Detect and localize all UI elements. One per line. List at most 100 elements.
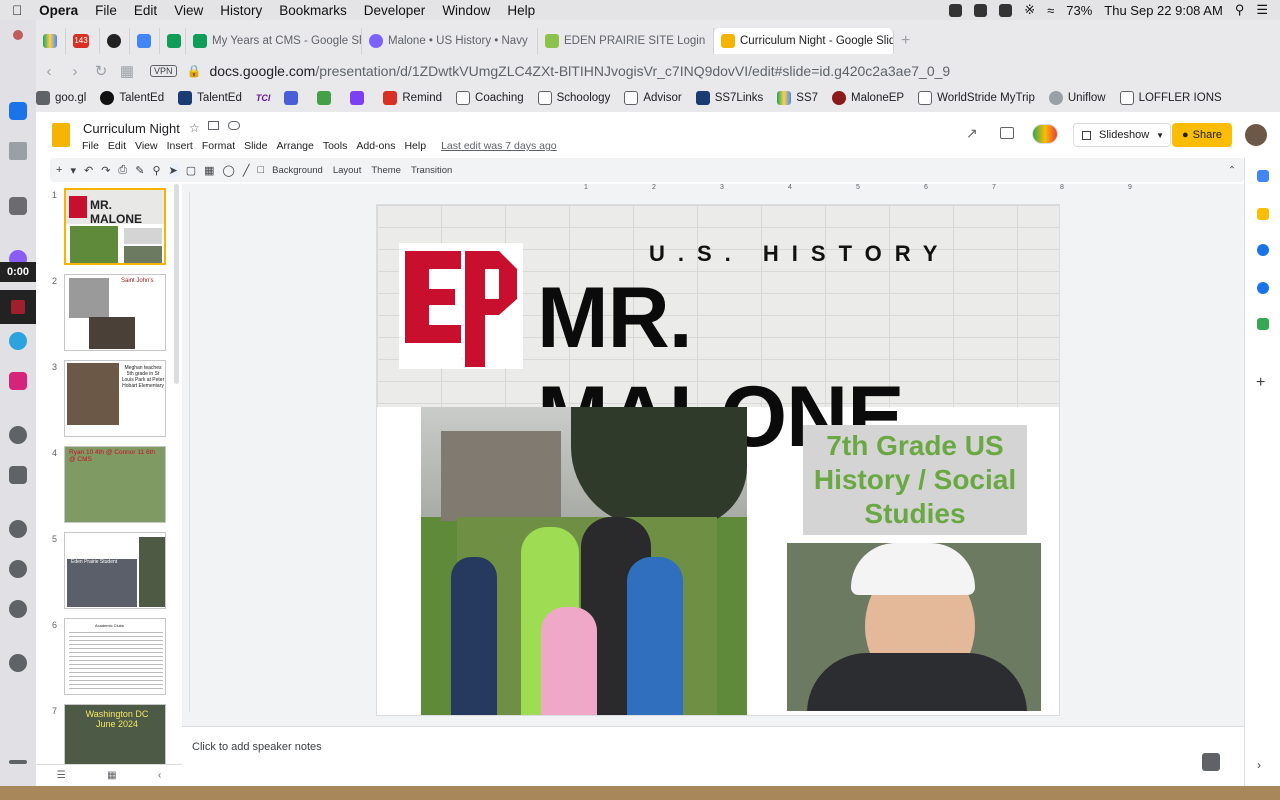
doc-menu-arrange[interactable]: Arrange xyxy=(276,140,313,152)
cloud-status-icon[interactable] xyxy=(228,121,240,130)
bookmark-talented[interactable]: TalentEd xyxy=(100,91,164,105)
maps-icon[interactable] xyxy=(1257,318,1269,330)
slideshow-button[interactable]: Slideshow ▼ xyxy=(1073,123,1171,147)
doc-menu-edit[interactable]: Edit xyxy=(108,140,126,152)
bookmark-schoology[interactable]: Schoology xyxy=(537,91,610,105)
reload-icon[interactable]: ↻ xyxy=(88,62,114,80)
meet-icon[interactable] xyxy=(1032,124,1058,144)
bookmark-c-blue[interactable] xyxy=(284,91,303,105)
last-edit-link[interactable]: Last edit was 7 days ago xyxy=(441,140,557,152)
doc-menu-insert[interactable]: Insert xyxy=(167,140,193,152)
tab-docs[interactable] xyxy=(130,28,160,54)
chevron-down-icon[interactable]: ▼ xyxy=(1156,131,1164,140)
comment-icon[interactable]: □ xyxy=(257,164,264,176)
doc-menu-view[interactable]: View xyxy=(135,140,158,152)
wifi-icon[interactable]: ≈ xyxy=(1047,3,1054,18)
bluetooth-icon[interactable]: ※ xyxy=(1024,2,1035,18)
player-icon[interactable] xyxy=(9,426,27,444)
app-menu[interactable]: Opera xyxy=(39,3,78,18)
calendar-icon[interactable] xyxy=(1257,170,1269,182)
bookmark-loffler[interactable]: LOFFLER IONS xyxy=(1119,91,1222,105)
image-icon[interactable]: ▦ xyxy=(204,164,214,177)
menu-bookmarks[interactable]: Bookmarks xyxy=(279,3,347,18)
shape-icon[interactable]: ◯ xyxy=(223,164,235,177)
paint-format-icon[interactable]: ✎ xyxy=(135,164,144,177)
slide-thumb-3[interactable]: Meghan teaches 5th grade in St Louis Par… xyxy=(64,360,166,437)
bookmark-ss7links[interactable]: SS7Links xyxy=(695,91,763,105)
history-icon[interactable] xyxy=(9,560,27,578)
avatar[interactable] xyxy=(1245,124,1267,146)
menu-edit[interactable]: Edit xyxy=(134,3,157,18)
apple-icon[interactable]:  xyxy=(12,3,22,18)
move-folder-icon[interactable] xyxy=(208,121,219,130)
star-icon[interactable]: ☆ xyxy=(189,121,200,135)
gear-icon[interactable] xyxy=(949,3,963,17)
filmstrip-scrollbar[interactable] xyxy=(174,184,179,384)
background-button[interactable]: Background xyxy=(272,165,323,176)
more-icon[interactable] xyxy=(9,760,27,764)
share-button[interactable]: ● Share xyxy=(1172,123,1232,147)
tab-badge[interactable]: 143 xyxy=(66,28,100,54)
collapse-toolbar-icon[interactable]: ⌃ xyxy=(1228,165,1236,176)
menu-history[interactable]: History xyxy=(220,3,262,18)
doc-menu-addons[interactable]: Add-ons xyxy=(356,140,395,152)
bookmark-ss7[interactable]: SS7 xyxy=(777,91,818,105)
bookmark-worldstride[interactable]: WorldStride MyTrip xyxy=(918,91,1035,105)
menu-help[interactable]: Help xyxy=(507,3,535,18)
theme-button[interactable]: Theme xyxy=(371,165,401,176)
slide-thumb-6[interactable]: Academic Clubs xyxy=(64,618,166,695)
doc-menu-format[interactable]: Format xyxy=(202,140,235,152)
settings-icon[interactable] xyxy=(9,600,27,618)
bookmark-purple[interactable] xyxy=(350,91,369,105)
collapse-side-panel-icon[interactable]: › xyxy=(1257,758,1261,772)
url-field[interactable]: docs.google.com/presentation/d/1ZDwtkVUm… xyxy=(209,63,950,79)
bookmark-tci[interactable]: TCI xyxy=(256,93,271,103)
chevron-down-icon[interactable]: ▾ xyxy=(70,164,76,177)
slide-thumb-5[interactable]: Eden Prairie Student xyxy=(64,532,166,609)
add-addon-icon[interactable]: + xyxy=(1256,374,1265,392)
current-slide[interactable]: EP U.S. HISTORY MR. MALONE 7th Grade US … xyxy=(376,204,1060,716)
bookmark-remind[interactable]: Remind xyxy=(383,91,442,105)
forward-icon[interactable]: › xyxy=(62,63,88,80)
tray-app-icon[interactable] xyxy=(974,3,988,17)
bookmark-talented-2[interactable]: TalentEd xyxy=(178,91,242,105)
heart-icon[interactable] xyxy=(9,520,27,538)
tasks-icon[interactable] xyxy=(1257,244,1269,256)
bookmark-goo-gl[interactable]: goo.gl xyxy=(36,91,86,105)
tips-icon[interactable] xyxy=(9,654,27,672)
print-icon[interactable]: ⎙ xyxy=(118,164,127,177)
doc-menu-slide[interactable]: Slide xyxy=(244,140,267,152)
control-center-icon[interactable]: ☰ xyxy=(1256,2,1268,18)
bookmark-advisor[interactable]: Advisor xyxy=(624,91,682,105)
slide-thumb-4[interactable]: Ryan 10 4th @ Connor 11 6th @ CMS xyxy=(64,446,166,523)
tab-malone-us-history[interactable]: Malone • US History • Navy xyxy=(362,28,538,54)
vpn-badge[interactable]: VPN xyxy=(150,65,177,77)
speaker-notes[interactable]: Click to add speaker notes xyxy=(182,726,1244,786)
stop-recording-button[interactable] xyxy=(0,290,36,324)
clock[interactable]: Thu Sep 22 9:08 AM xyxy=(1104,3,1223,18)
menu-view[interactable]: View xyxy=(174,3,203,18)
speed-dial-icon[interactable] xyxy=(9,142,27,160)
slide-thumb-7[interactable]: Washington DC June 2024 xyxy=(64,704,166,764)
explore-icon[interactable] xyxy=(1202,753,1220,771)
back-icon[interactable]: ‹ xyxy=(36,63,62,80)
mic-icon[interactable] xyxy=(999,3,1013,17)
slide-thumb-1[interactable]: MR. MALONE xyxy=(64,188,166,265)
contacts-icon[interactable] xyxy=(1257,282,1269,294)
select-icon[interactable]: ➤ xyxy=(168,163,178,177)
close-window-icon[interactable] xyxy=(13,30,23,40)
transition-button[interactable]: Transition xyxy=(411,165,452,176)
undo-icon[interactable]: ↶ xyxy=(84,164,93,177)
bookmark-coaching[interactable]: Coaching xyxy=(456,91,524,105)
layout-button[interactable]: Layout xyxy=(333,165,362,176)
home-icon[interactable] xyxy=(9,102,27,120)
doc-menu-tools[interactable]: Tools xyxy=(323,140,348,152)
bookmark-maloneep[interactable]: MaloneEP xyxy=(832,91,904,105)
tabs-grid-icon[interactable]: ▦ xyxy=(114,62,140,80)
zoom-icon[interactable]: ⚲ xyxy=(152,164,160,177)
tab-drive[interactable] xyxy=(36,28,66,54)
clipboard-icon[interactable] xyxy=(9,197,27,215)
keep-icon[interactable] xyxy=(1257,208,1269,220)
activity-icon[interactable]: ↗ xyxy=(966,125,978,142)
tab-sheets-small[interactable] xyxy=(160,28,186,54)
